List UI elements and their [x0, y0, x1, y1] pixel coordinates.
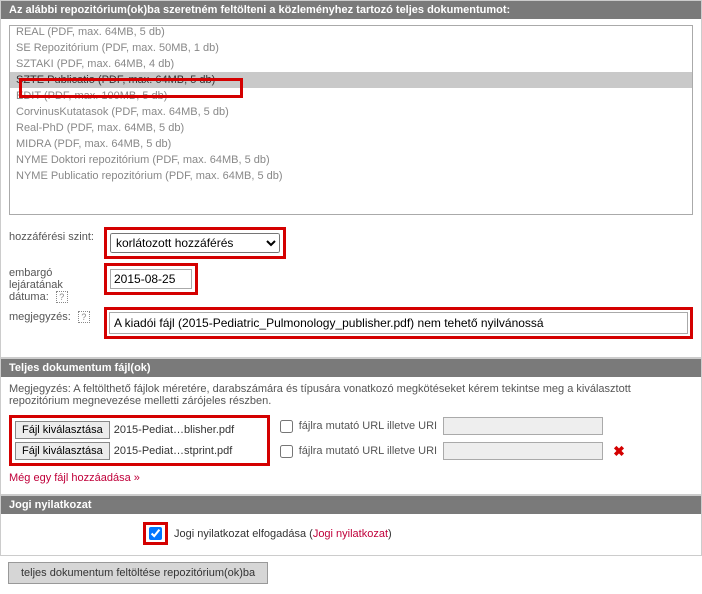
doc-note-text: Megjegyzés: A feltölthető fájlok méretér…	[9, 383, 693, 407]
repo-item[interactable]: NYME Publicatio repozitórium (PDF, max. …	[10, 168, 692, 184]
label-embargo: embargó lejáratának dátuma: ?	[9, 263, 104, 303]
url-label: fájlra mutató URL illetve URI	[299, 420, 437, 432]
choose-file-button[interactable]: Fájl kiválasztása	[15, 421, 110, 439]
highlight-date	[104, 263, 198, 295]
file-row: Fájl kiválasztása 2015-Pediat…stprint.pd…	[15, 442, 264, 460]
repo-item[interactable]: SZTAKI (PDF, max. 64MB, 4 db)	[10, 56, 692, 72]
url-checkbox[interactable]	[280, 445, 293, 458]
repo-item[interactable]: NYME Doktori repozitórium (PDF, max. 64M…	[10, 152, 692, 168]
note-input[interactable]	[109, 312, 688, 334]
repo-item[interactable]: Real-PhD (PDF, max. 64MB, 5 db)	[10, 120, 692, 136]
legal-panel-header: Jogi nyilatkozat	[1, 496, 701, 514]
repo-item[interactable]: SZTE Publicatio (PDF, max. 64MB, 5 db)	[10, 72, 692, 88]
file-row: Fájl kiválasztása 2015-Pediat…blisher.pd…	[15, 421, 264, 439]
highlight-access: korlátozott hozzáférés	[104, 227, 286, 259]
embargo-date-input[interactable]	[110, 269, 192, 289]
add-file-link[interactable]: Még egy fájl hozzáadása »	[9, 472, 693, 484]
repo-item[interactable]: MIDRA (PDF, max. 64MB, 5 db)	[10, 136, 692, 152]
url-input	[443, 417, 603, 435]
label-note: megjegyzés: ?	[9, 307, 104, 323]
url-checkbox[interactable]	[280, 420, 293, 433]
submit-button[interactable]: teljes dokumentum feltöltése repozitóriu…	[8, 562, 268, 584]
url-label: fájlra mutató URL illetve URI	[299, 445, 437, 457]
delete-icon[interactable]: ✖	[613, 443, 625, 460]
legal-checkbox[interactable]	[149, 527, 162, 540]
repo-item[interactable]: CorvinusKutatasok (PDF, max. 64MB, 5 db)	[10, 104, 692, 120]
doc-panel-header: Teljes dokumentum fájl(ok)	[1, 359, 701, 377]
access-select[interactable]: korlátozott hozzáférés	[110, 233, 280, 253]
filename-label: 2015-Pediat…stprint.pdf	[114, 445, 264, 457]
repo-listbox[interactable]: REAL (PDF, max. 64MB, 5 db)SE Repozitóri…	[9, 25, 693, 215]
filename-label: 2015-Pediat…blisher.pdf	[114, 424, 264, 436]
repo-item[interactable]: EDIT (PDF, max. 100MB, 5 db)	[10, 88, 692, 104]
repo-item[interactable]: SE Repozitórium (PDF, max. 50MB, 1 db)	[10, 40, 692, 56]
repo-panel-header: Az alábbi repozitórium(ok)ba szeretném f…	[1, 1, 701, 19]
label-access: hozzáférési szint:	[9, 227, 104, 243]
help-icon[interactable]: ?	[78, 311, 90, 323]
legal-link[interactable]: Jogi nyilatkozat	[313, 528, 388, 540]
choose-file-button[interactable]: Fájl kiválasztása	[15, 442, 110, 460]
legal-text: Jogi nyilatkozat elfogadása (Jogi nyilat…	[174, 528, 392, 540]
help-icon[interactable]: ?	[56, 291, 68, 303]
highlight-note	[104, 307, 693, 339]
highlight-legal-checkbox	[143, 522, 168, 545]
repo-item[interactable]: REAL (PDF, max. 64MB, 5 db)	[10, 25, 692, 40]
url-input	[443, 442, 603, 460]
highlight-files: Fájl kiválasztása 2015-Pediat…blisher.pd…	[9, 415, 270, 466]
